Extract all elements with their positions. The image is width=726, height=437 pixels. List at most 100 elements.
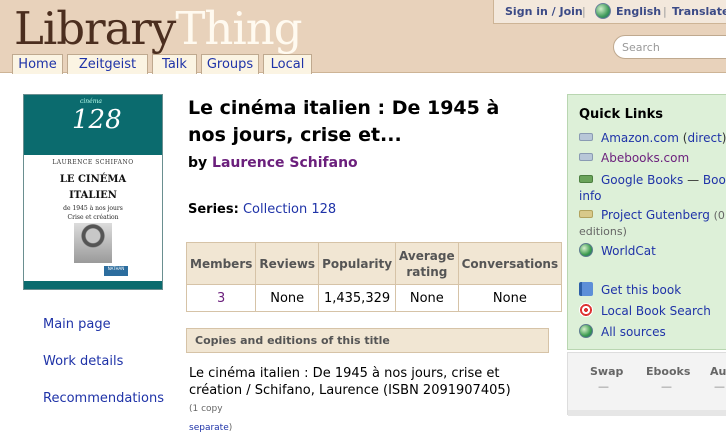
edition-entry: Le cinéma italien : De 1945 à nos jours,… <box>189 365 519 437</box>
all-sources-link[interactable]: All sources <box>601 325 666 339</box>
dash: — <box>687 173 700 187</box>
quick-link-amazon: Amazon.com (direct) <box>579 129 726 148</box>
worldcat-link[interactable]: WorldCat <box>601 244 656 258</box>
cover-publisher-logo: NATHAN <box>104 266 128 276</box>
tab-home[interactable]: Home <box>12 54 63 74</box>
language-link[interactable]: English <box>616 5 661 18</box>
google-books-link[interactable]: Google Books <box>601 173 683 187</box>
link-main-page[interactable]: Main page <box>43 317 111 332</box>
quick-link-all-sources: All sources <box>579 323 666 342</box>
logo-text-library: Library <box>14 2 176 55</box>
ebooks-label: Ebooks <box>646 365 691 378</box>
page-title: Le cinéma italien : De 1945 à nos jours,… <box>188 95 558 149</box>
separate-link[interactable]: separate <box>189 423 229 433</box>
globe-icon <box>579 324 593 338</box>
edition-line-text: création / Schifano, Laurence (ISBN 2091… <box>189 383 511 398</box>
gutenberg-icon <box>579 210 593 218</box>
account-bar: Sign in / Join | English | Translate <box>493 0 726 24</box>
quick-links-heading: Quick Links <box>579 107 664 122</box>
translate-link[interactable]: Translate <box>672 5 726 18</box>
book-cover[interactable]: cinéma 128 LAURENCE SCHIFANO LE CINÉMA I… <box>23 94 163 290</box>
col-members: Members <box>185 242 257 285</box>
title-line: nos jours, crise et... <box>188 124 402 146</box>
stats-table: Members Reviews Popularity Average ratin… <box>185 242 563 312</box>
google-books-icon <box>579 175 593 183</box>
quick-link-worldcat: WorldCat <box>579 242 656 261</box>
col-reviews: Reviews <box>255 242 320 285</box>
sign-in-link[interactable]: Sign in / Join <box>505 5 583 18</box>
target-icon <box>579 303 593 317</box>
series-link[interactable]: Collection 128 <box>243 202 336 217</box>
book-icon <box>579 282 593 296</box>
members-count-link[interactable]: 3 <box>185 284 257 312</box>
divider: | <box>663 5 667 18</box>
edition-line: separate) <box>189 418 519 437</box>
amazon-link[interactable]: Amazon.com <box>601 131 679 145</box>
stats-value-row: 3 None 1,435,329 None None <box>185 284 563 312</box>
gutenberg-link[interactable]: Project Gutenberg <box>601 208 710 222</box>
google-books-info-link-cont[interactable]: info <box>579 189 602 203</box>
average-rating-value: None <box>395 284 459 312</box>
logo-text-thing: Thing <box>175 2 302 55</box>
third-label: Au <box>710 365 726 378</box>
paren: ) <box>721 131 726 145</box>
gutenberg-count-cont: editions) <box>579 225 627 238</box>
copies-heading: Copies and editions of this title <box>186 328 549 353</box>
tab-local[interactable]: Local <box>263 54 312 74</box>
conversations-value: None <box>457 284 563 312</box>
gutenberg-count-wrap: editions) <box>579 222 627 241</box>
tab-talk[interactable]: Talk <box>152 54 197 74</box>
cover-title-line: LE CINÉMA <box>59 174 127 185</box>
edition-line: Le cinéma italien : De 1945 à nos jours,… <box>189 366 500 381</box>
stats-header-row: Members Reviews Popularity Average ratin… <box>185 242 563 285</box>
quick-link-get-this-book: Get this book <box>579 281 681 300</box>
cover-series-number: 128 <box>72 105 122 135</box>
get-this-book-link[interactable]: Get this book <box>601 283 681 297</box>
site-header: LibraryThing Sign in / Join | English | … <box>0 0 726 74</box>
cover-title-line: ITALIEN <box>69 190 117 201</box>
link-work-details[interactable]: Work details <box>43 354 123 369</box>
local-book-search-link[interactable]: Local Book Search <box>601 304 711 318</box>
swap-label: Swap <box>590 365 624 378</box>
quick-link-abebooks: Abebooks.com <box>579 149 689 168</box>
divider: | <box>582 5 586 18</box>
col-average-rating-line: Average <box>399 248 455 263</box>
availability-box: Swap — Ebooks — Au — <box>567 352 726 416</box>
ebooks-value: — <box>661 380 672 393</box>
abebooks-link[interactable]: Abebooks.com <box>601 151 689 165</box>
author-link[interactable]: Laurence Schifano <box>212 155 358 171</box>
series-line: Series: Collection 128 <box>188 202 336 217</box>
by-label: by <box>188 155 208 171</box>
cover-subtitle-line: Crise et création <box>67 214 119 221</box>
byline: by Laurence Schifano <box>188 155 358 171</box>
series-label: Series: <box>188 202 239 217</box>
col-popularity: Popularity <box>318 242 397 285</box>
edition-line: création / Schifano, Laurence (ISBN 2091… <box>189 382 519 418</box>
copy-count: (1 copy <box>189 404 223 414</box>
swap-value: — <box>598 380 609 393</box>
google-books-info-link-wrap: info <box>579 187 602 206</box>
tab-zeitgeist[interactable]: Zeitgeist <box>67 54 148 74</box>
third-value: — <box>714 380 725 393</box>
cover-subtitle-line: de 1945 à nos jours <box>63 205 123 212</box>
reviews-value: None <box>255 284 320 312</box>
search-input[interactable]: Search <box>613 35 726 59</box>
cover-subtitle: de 1945 à nos jours Crise et création <box>24 204 162 222</box>
tab-groups[interactable]: Groups <box>201 54 259 74</box>
quick-links-panel: Quick Links Amazon.com (direct) Abebooks… <box>567 94 726 350</box>
google-books-info-link[interactable]: Book <box>703 173 726 187</box>
librarything-logo[interactable]: LibraryThing <box>14 2 303 55</box>
col-conversations: Conversations <box>457 242 563 285</box>
cover-title: LE CINÉMA ITALIEN <box>24 172 162 204</box>
cover-author: LAURENCE SCHIFANO <box>52 159 134 166</box>
amazon-direct-link[interactable]: direct <box>687 131 721 145</box>
cover-series-small: cinéma <box>80 98 102 105</box>
popularity-value: 1,435,329 <box>318 284 397 312</box>
cover-band-bottom <box>24 281 162 289</box>
col-average-rating-line: rating <box>406 264 448 279</box>
link-recommendations[interactable]: Recommendations <box>43 391 164 406</box>
abebooks-icon <box>579 153 593 161</box>
gutenberg-count: (0 <box>713 209 725 222</box>
close-paren: ) <box>228 423 233 433</box>
title-line: Le cinéma italien : De 1945 à <box>188 97 500 119</box>
